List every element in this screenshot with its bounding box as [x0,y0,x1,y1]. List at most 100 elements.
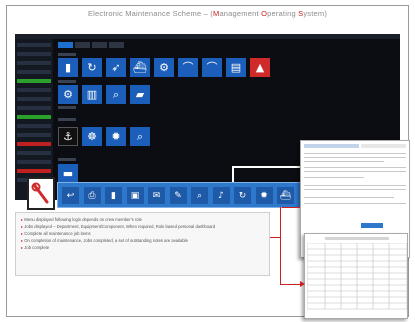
toolbar-button[interactable]: ▣ [126,187,144,204]
document-line [304,185,406,186]
section-label [58,158,76,161]
sidebar-item[interactable] [17,79,51,83]
sidebar-item[interactable] [17,97,51,101]
tile-button[interactable]: ▮ [58,58,78,77]
report-icon: ▤ [230,61,242,74]
sidebar [15,39,53,200]
tile-button[interactable]: ➶ [106,58,126,77]
connector-arrow [232,166,302,168]
document-line [304,203,406,204]
sidebar-item[interactable] [17,151,51,155]
note-text: Menu displayed following login depends o… [24,217,142,222]
search-icon: ⌕ [136,130,144,143]
tile-button[interactable]: ⚙ [154,58,174,77]
document-button[interactable] [361,223,383,228]
tile-button[interactable]: ▤ [226,58,246,77]
sidebar-item[interactable] [17,115,51,119]
tile-button[interactable]: ⌕ [106,85,126,104]
refresh-icon: ↻ [87,61,97,74]
sidebar-item[interactable] [17,160,51,164]
print-icon: ⎙ [88,190,96,201]
document-icon: ▮ [111,190,116,201]
sidebar-item[interactable] [17,70,51,74]
settings-icon: ✹ [111,130,121,143]
section-label [58,118,76,121]
sidebar-item[interactable] [17,43,51,47]
document-line [304,189,406,190]
note-text: Jobs displayed – Department, Equipment/C… [24,224,216,229]
toolbar-button[interactable]: ↩ [62,187,79,204]
sidebar-item[interactable] [17,61,51,65]
folder-icon: ▰ [135,88,145,101]
tile-button[interactable]: ⌕ [130,127,150,146]
toolbar-button[interactable]: ↻ [234,187,251,204]
book-icon: ▥ [86,88,98,101]
toolbar-button[interactable]: ✹ [255,187,273,204]
document-line [304,171,406,172]
note-item: ▸ Complete all maintenance job items [21,230,264,237]
tile-button[interactable]: ▬ [58,164,78,183]
document-line [304,153,406,154]
workflow-notes: ▸ Menu displayed following login depends… [15,212,270,276]
tile-button[interactable]: ▰ [130,85,150,104]
tile-button[interactable]: ▥ [82,85,102,104]
note-text: Complete all maintenance job items [24,231,91,236]
toolbar-button[interactable]: ⎙ [83,187,101,204]
tab[interactable] [58,42,73,48]
gear-icon: ⚙ [63,88,73,101]
save-icon: ▣ [130,190,140,201]
toolbar-button[interactable]: ⛴ [277,187,294,204]
sidebar-item[interactable] [17,106,51,110]
maintenance-tool-button[interactable] [27,177,55,210]
document-header [325,237,389,240]
document-line [304,157,406,158]
tile-button[interactable]: ⚙ [58,85,78,104]
sidebar-item[interactable] [17,52,51,56]
search-icon: ⌕ [112,88,120,101]
arrowhead-icon [300,281,305,287]
rocket-icon: ➶ [111,61,121,74]
tab[interactable] [109,42,124,48]
file-icon: ▬ [62,167,74,180]
note-item: ▸ On completion of maintenance, Jobs com… [21,237,264,244]
tile-button[interactable]: ✹ [106,127,126,146]
gears-icon: ⚙ [159,61,169,74]
sidebar-item[interactable] [17,142,51,146]
tile-button[interactable]: ⌒ [178,58,198,77]
connector-arrow [280,284,302,285]
tile-button[interactable]: ▲ [250,58,270,77]
connector-arrow [270,237,280,238]
document-icon: ▮ [64,61,72,74]
tile-button[interactable]: ⚓ [58,127,78,146]
tools-icon: ✎ [174,190,182,201]
toolbar-button[interactable]: ♪ [212,187,230,204]
toolbar-button[interactable]: ✉ [148,187,165,204]
note-text: Job complete [24,245,50,250]
tile-button[interactable]: ↻ [82,58,102,77]
sidebar-item[interactable] [17,133,51,137]
title-segment: ystem) [303,9,328,18]
job-toolbar: ↩ ⎙ ▮ ▣ ✉ ✎ ⌕ ♪ ↻ ✹ ⛴ [57,182,302,208]
note-text: On completion of maintenance, Jobs compl… [24,238,188,243]
tile-button[interactable]: ⛴ [130,58,150,77]
page-title: Electronic Maintenance Scheme – (Managem… [0,9,415,18]
toolbar-button[interactable]: ⌕ [191,187,208,204]
tab[interactable] [92,42,107,48]
tab[interactable] [75,42,90,48]
tile-button[interactable]: ⌒ [202,58,222,77]
document-header [361,144,406,148]
anchor-icon: ⚓ [63,130,73,143]
tile-button[interactable]: ☸ [82,127,102,146]
title-segment: Electronic Maintenance Scheme – ( [87,9,213,18]
settings-icon: ✹ [260,190,268,201]
toolbar-button[interactable]: ✎ [169,187,187,204]
ship-icon: ⛴ [133,61,147,74]
helm-icon: ☸ [87,130,97,143]
sidebar-item[interactable] [17,124,51,128]
sidebar-item[interactable] [17,169,51,173]
toolbar-button[interactable]: ▮ [105,187,122,204]
document-line [304,161,384,162]
sidebar-item[interactable] [17,88,51,92]
task-checklist-document [304,233,408,319]
menu-bar [15,34,400,39]
